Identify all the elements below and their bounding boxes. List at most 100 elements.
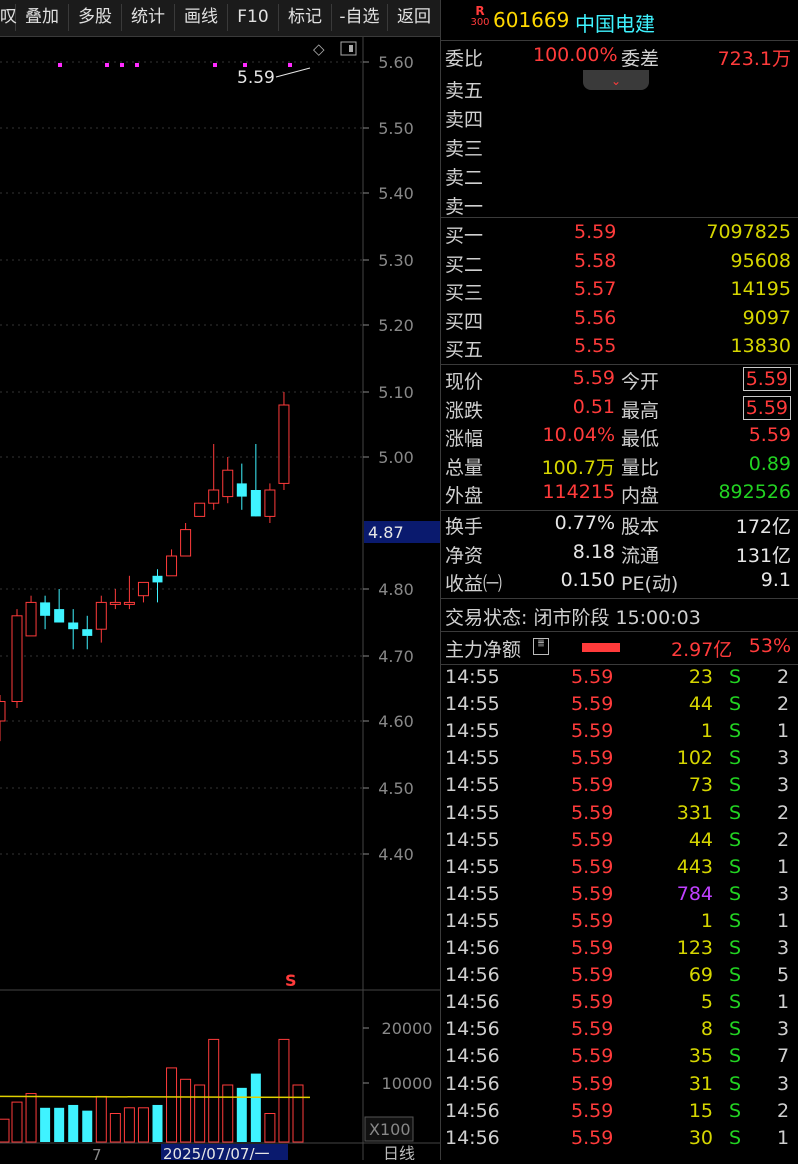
volume-bar: [208, 1038, 220, 1143]
quote-label: 量比: [621, 456, 660, 479]
buy-level-label: 买四: [445, 310, 484, 333]
quote-value: 5.59: [748, 424, 791, 447]
buy-level-price: 5.59: [574, 221, 617, 243]
tick-side: S: [729, 991, 742, 1014]
price-axis-label: 5.10: [378, 383, 414, 402]
candle-body: [109, 601, 121, 605]
tick-count: 1: [777, 909, 790, 932]
candle-body: [11, 615, 23, 702]
sell-level-row[interactable]: 卖二: [441, 163, 798, 191]
tick-row: 14:56 5.59 30 S 1: [441, 1127, 798, 1154]
quote-label: 涨幅: [445, 428, 484, 451]
signal-dot: [288, 63, 292, 67]
tick-volume: 8: [700, 1018, 713, 1041]
divider: [441, 598, 798, 599]
tick-count: 2: [777, 801, 790, 824]
toolbar-button-3[interactable]: 统计: [122, 4, 175, 31]
r300-badge: R 300: [469, 5, 491, 28]
kline-chart[interactable]: 5.60 5.50 5.40 5.30 5.20 5.10 5.00 4.80 4.70 4.60…: [0, 37, 440, 1164]
tick-price: 5.59: [571, 991, 614, 1014]
sell-level-row[interactable]: 卖四: [441, 105, 798, 133]
tick-side: S: [729, 964, 742, 987]
tick-time: 14:56: [445, 964, 500, 987]
tick-time: 14:55: [445, 720, 500, 743]
buy-level-row[interactable]: 买二 5.58 95608: [441, 250, 798, 278]
price-axis-label: 5.60: [378, 53, 414, 72]
signal-dot: [213, 63, 217, 67]
toolbar-button-2[interactable]: 多股: [69, 4, 122, 31]
buy-level-label: 买三: [445, 282, 484, 305]
quote-label: 现价: [445, 371, 484, 393]
tick-count: 1: [777, 1126, 790, 1149]
sell-level-label: 卖三: [445, 138, 484, 160]
fundamental-label: 换手: [445, 516, 484, 538]
fundamental-row: 换手 0.77% 股本 172亿: [441, 512, 798, 540]
buy-level-price: 5.55: [574, 335, 617, 358]
candle-body: [194, 502, 206, 517]
candle-body: [180, 529, 192, 557]
fundamental-value: 8.18: [572, 540, 615, 563]
tick-side: S: [729, 1126, 742, 1149]
toolbar-button-7[interactable]: -自选: [332, 4, 388, 31]
volume-bar: [82, 1110, 93, 1142]
volume-bar: [0, 1118, 10, 1143]
buy-level-row[interactable]: 买三 5.57 14195: [441, 278, 798, 306]
kline-chart-svg[interactable]: 5.60 5.50 5.40 5.30 5.20 5.10 5.00 4.80 4.70 4.60…: [0, 37, 440, 1164]
window-icon-inner: [349, 45, 353, 52]
window-icon: [340, 41, 357, 56]
tick-count: 3: [777, 774, 790, 797]
tick-price: 5.59: [571, 774, 614, 797]
buy-level-volume: 9097: [742, 306, 791, 329]
tick-price: 5.59: [571, 828, 614, 851]
tick-row: 14:55 5.59 443 S 1: [441, 856, 798, 883]
sell-level-row[interactable]: 卖一: [441, 192, 798, 220]
toolbar-button-4[interactable]: 画线: [175, 4, 228, 31]
tick-side: S: [729, 937, 742, 959]
buy-level-row[interactable]: 买五 5.55 13830: [441, 335, 798, 363]
toolbar-button-5[interactable]: F10: [228, 4, 279, 31]
toolbar-button-1[interactable]: 叠加: [16, 4, 69, 31]
tick-side: S: [729, 1018, 742, 1041]
buy-level-row[interactable]: 买四 5.56 9097: [441, 307, 798, 335]
sell-level-row[interactable]: 卖五: [441, 76, 798, 104]
quote-value: 5.59: [572, 367, 615, 389]
toolbar-button-0[interactable]: 叹: [0, 4, 17, 31]
signal-dot: [58, 63, 62, 67]
signal-dot: [243, 63, 247, 67]
tick-side: S: [729, 882, 742, 905]
candle-body: [166, 555, 178, 577]
toolbar-button-8[interactable]: 返回: [388, 4, 441, 31]
tick-price: 5.59: [571, 1072, 614, 1095]
tick-time: 14:56: [445, 1045, 500, 1068]
fundamental-label: 净资: [445, 544, 484, 567]
candle-body: [54, 609, 65, 623]
high-annotation: 5.59: [237, 68, 275, 88]
volume-bar: [292, 1084, 304, 1143]
volume-axis-label: 20000: [382, 1019, 433, 1038]
list-icon[interactable]: ≡ ≡: [533, 637, 549, 655]
tick-volume: 15: [688, 1099, 713, 1122]
toolbar-button-6[interactable]: 标记: [279, 4, 332, 31]
tick-count: 1: [777, 991, 790, 1014]
price-axis-label: 5.50: [378, 119, 414, 138]
buy-level-label: 买五: [445, 339, 484, 362]
tick-count: 2: [777, 666, 790, 688]
buy-level-row[interactable]: 买一 5.59 7097825: [441, 221, 798, 249]
buy-level-volume: 14195: [730, 278, 791, 301]
sell-level-label: 卖一: [445, 196, 484, 218]
candle-body: [236, 483, 247, 497]
quote-label: 内盘: [621, 485, 660, 508]
signal-mark: S: [285, 971, 297, 990]
tick-volume: 73: [688, 774, 713, 797]
volume-bar: [54, 1107, 65, 1142]
tick-time: 14:55: [445, 666, 500, 688]
sell-level-row[interactable]: 卖三: [441, 134, 798, 162]
tick-side: S: [729, 909, 742, 932]
volume-ma-line: [0, 1095, 311, 1099]
tick-time: 14:55: [445, 828, 500, 851]
volume-bar: [166, 1067, 178, 1143]
fundamental-label: PE(动): [621, 573, 679, 596]
price-axis-label: 4.70: [378, 647, 414, 666]
volume-bar: [95, 1095, 107, 1143]
tick-side: S: [729, 1045, 742, 1068]
